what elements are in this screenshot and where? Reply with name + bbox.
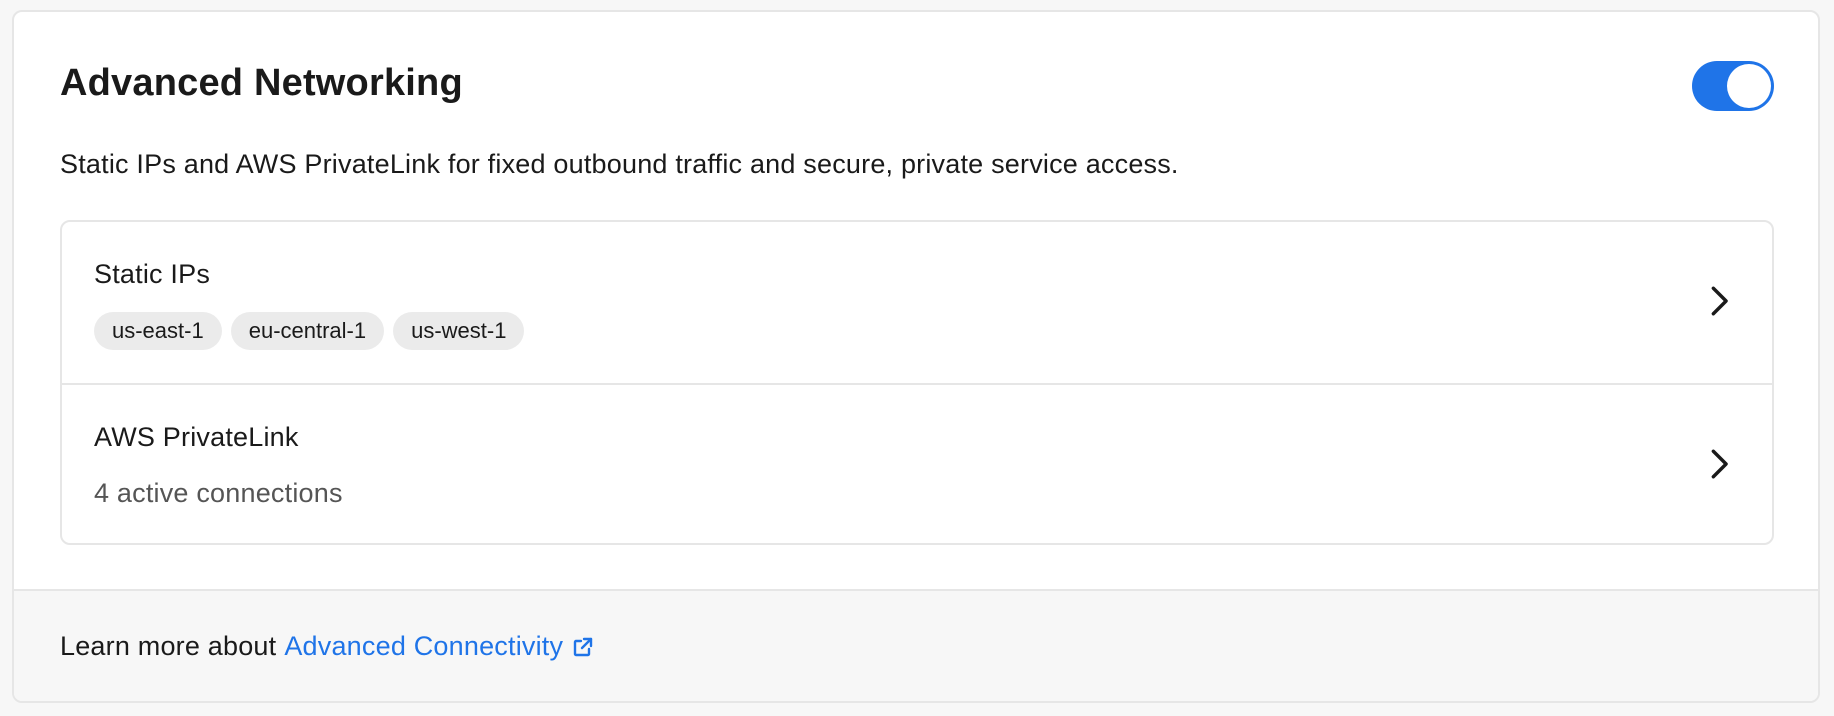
static-ips-label: Static IPs — [94, 259, 211, 289]
card-footer: Learn more about Advanced Connectivity — [14, 589, 1818, 701]
region-tag: eu-central-1 — [230, 312, 385, 350]
list-item-aws-privatelink[interactable]: AWS PrivateLink 4 active connections — [62, 383, 1772, 544]
chevron-right-icon — [1711, 286, 1728, 316]
learn-more-prefix: Learn more about — [60, 631, 277, 661]
section-title: Advanced Networking — [60, 62, 463, 104]
active-connections-count: 4 active connections — [94, 478, 343, 508]
region-tag: us-east-1 — [94, 312, 222, 350]
chevron-right-icon — [1711, 449, 1728, 479]
aws-privatelink-label: AWS PrivateLink — [94, 422, 299, 452]
advanced-networking-toggle[interactable] — [1692, 61, 1774, 111]
region-tags: us-east-1 eu-central-1 us-west-1 — [94, 312, 525, 350]
section-description: Static IPs and AWS PrivateLink for fixed… — [60, 149, 1179, 179]
region-tag: us-west-1 — [393, 312, 525, 350]
list-item-static-ips[interactable]: Static IPs us-east-1 eu-central-1 us-wes… — [62, 222, 1772, 383]
networking-options-list: Static IPs us-east-1 eu-central-1 us-wes… — [60, 220, 1774, 545]
learn-more-text: Learn more about Advanced Connectivity — [60, 631, 595, 662]
external-link-icon — [574, 637, 593, 656]
advanced-networking-card: Advanced Networking Static IPs and AWS P… — [12, 10, 1820, 703]
advanced-connectivity-link[interactable]: Advanced Connectivity — [284, 631, 595, 662]
advanced-connectivity-link-label: Advanced Connectivity — [284, 631, 564, 661]
toggle-knob — [1727, 64, 1771, 108]
card-body: Advanced Networking Static IPs and AWS P… — [14, 12, 1818, 592]
